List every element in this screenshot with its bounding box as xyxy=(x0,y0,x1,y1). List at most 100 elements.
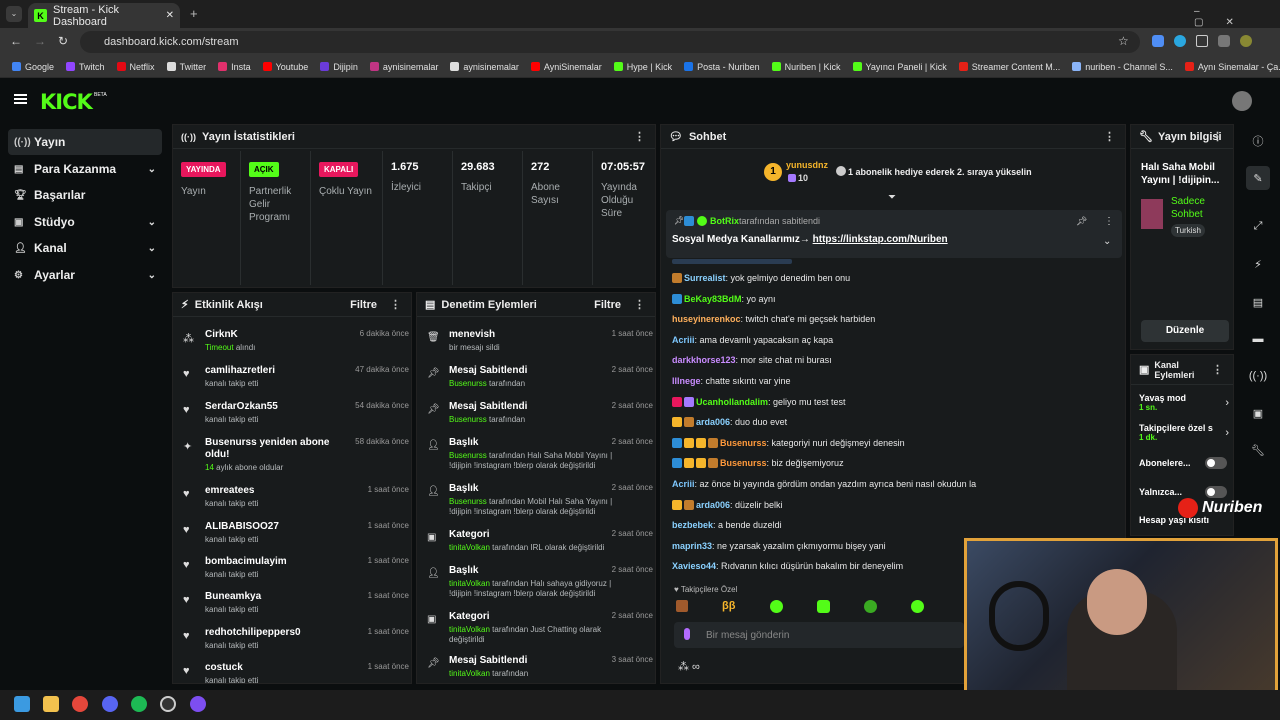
chat-message[interactable]: Ucanhollandalim: geliyo mu test test xyxy=(672,396,846,407)
bookmark-item[interactable]: Posta - Nuriben xyxy=(684,62,760,72)
back-icon[interactable]: ← xyxy=(10,34,22,48)
bookmark-item[interactable]: Insta xyxy=(218,62,251,72)
reload-icon[interactable]: ↻ xyxy=(58,34,68,48)
info-icon[interactable]: ⓘ xyxy=(1246,129,1270,153)
more-icon[interactable]: ⋮ xyxy=(634,298,645,311)
bookmark-item[interactable]: Hype | Kick xyxy=(613,62,672,72)
more-icon[interactable]: ⋮ xyxy=(1104,130,1115,143)
chat-username[interactable]: arda006 xyxy=(696,500,730,510)
menu-icon[interactable] xyxy=(14,94,27,104)
sidebar-item-yayin[interactable]: ((·)) Yayın xyxy=(8,129,162,155)
sidebar-item-para-kazanma[interactable]: ▤ Para Kazanma ⌄ xyxy=(8,156,162,182)
emote-icon[interactable] xyxy=(864,600,877,613)
chat-tools-icon[interactable]: ⁂ ∞ xyxy=(678,660,700,673)
chat-username[interactable]: lllnege xyxy=(672,376,701,386)
kick-logo[interactable]: KICK xyxy=(40,90,93,114)
subscribers-only-toggle[interactable] xyxy=(1205,457,1227,469)
category-link[interactable]: Sadece Sohbet xyxy=(1171,195,1231,221)
bookmark-item[interactable]: aynisinemalar xyxy=(450,62,519,72)
obs-icon[interactable] xyxy=(160,696,176,712)
followers-only-row[interactable]: Takipçilere özel s 1 dk. › xyxy=(1139,423,1231,451)
bookmark-item[interactable]: Youtube xyxy=(262,62,308,72)
unpin-icon[interactable]: 📌︎ xyxy=(1076,216,1087,227)
address-bar[interactable]: dashboard.kick.com/stream xyxy=(80,31,1140,53)
chevron-down-icon[interactable]: ⌄ xyxy=(1103,236,1111,247)
pinned-link[interactable]: https://linkstap.com/Nuriben xyxy=(813,234,948,245)
emote-only-toggle[interactable] xyxy=(1205,486,1227,498)
bookmark-item[interactable]: Twitter xyxy=(166,62,206,72)
emote-icon[interactable] xyxy=(676,600,688,612)
avatar[interactable] xyxy=(1232,91,1252,111)
more-icon[interactable]: ⋮ xyxy=(1212,363,1223,376)
windows-start-icon[interactable] xyxy=(14,696,30,712)
pinned-message[interactable]: 📌︎ BotRix tarafından sabitlendi Sosyal M… xyxy=(666,210,1122,258)
microphone-icon[interactable] xyxy=(684,628,690,640)
spotify-icon[interactable] xyxy=(131,696,147,712)
bolt-icon[interactable]: ⚡︎ xyxy=(1246,252,1270,276)
more-icon[interactable]: ⋮ xyxy=(1212,130,1223,143)
bookmark-item[interactable]: Google xyxy=(12,62,54,72)
bookmark-item[interactable]: Aynı Sinemalar - Ça... xyxy=(1184,62,1280,72)
chat-message[interactable]: bezbebek: a bende duzeldi xyxy=(672,520,782,530)
emote-row[interactable]: ββ xyxy=(676,600,966,616)
close-tab-icon[interactable]: ✕ xyxy=(166,10,174,21)
filter-button[interactable]: Filtre xyxy=(594,299,621,311)
collapse-icon[interactable]: ⏷ xyxy=(888,192,896,203)
chat-username[interactable]: BeKay83BdM xyxy=(684,294,742,304)
extensions-icons[interactable] xyxy=(1152,35,1272,49)
chat-message[interactable]: Acriii: ama devamlı yapacaksın aç kapa xyxy=(672,335,833,345)
gift-leader[interactable]: 1 yunusdnz 10 1 abonelik hediye ederek 2… xyxy=(764,160,1064,186)
discord-icon[interactable] xyxy=(102,696,118,712)
bookmark-item[interactable]: nuriben - Channel S... xyxy=(1072,62,1173,72)
wrench-icon[interactable]: 🔧︎ xyxy=(1246,438,1270,462)
file-explorer-icon[interactable] xyxy=(43,696,59,712)
forward-icon[interactable]: → xyxy=(34,34,46,48)
chat-message[interactable]: arda006: düzelir belki xyxy=(672,499,783,510)
emote-icon[interactable] xyxy=(817,600,830,613)
emote-icon[interactable]: ββ xyxy=(722,600,735,612)
chat-message[interactable]: arda006: duo duo evet xyxy=(672,417,787,428)
bookmark-item[interactable]: Netflix xyxy=(116,62,155,72)
edit-button[interactable]: Düzenle xyxy=(1141,320,1229,342)
chat-message[interactable]: Xavieso44: Rıdvanın kılıcı düşürün bakal… xyxy=(672,561,903,571)
sidebar-item-kanal[interactable]: 👤︎ Kanal ⌄ xyxy=(8,235,162,261)
bookmark-item[interactable]: AyniSinemalar xyxy=(530,62,602,72)
emote-icon[interactable] xyxy=(770,600,783,613)
document-icon[interactable]: ▤ xyxy=(1246,290,1270,314)
chat-username[interactable]: maprin33 xyxy=(672,541,712,551)
expand-icon[interactable]: ⤢ xyxy=(1246,214,1270,238)
chat-username[interactable]: Xavieso44 xyxy=(672,561,716,571)
bookmark-item[interactable]: Streamer Content M... xyxy=(958,62,1060,72)
sidebar-item-ayarlar[interactable]: ⚙︎ Ayarlar ⌄ xyxy=(8,262,162,288)
more-icon[interactable]: ⋮ xyxy=(1104,216,1114,227)
chat-username[interactable]: arda006 xyxy=(696,417,730,427)
chat-icon[interactable]: ▬ xyxy=(1246,327,1270,351)
browser-tab[interactable]: K Stream - Kick Dashboard ✕ xyxy=(28,3,180,28)
chat-username[interactable]: Acriii xyxy=(672,335,695,345)
bookmark-item[interactable]: Dijipin xyxy=(320,62,358,72)
chat-username[interactable]: darkkhorse123 xyxy=(672,355,736,365)
tab-search-icon[interactable]: ⌄ xyxy=(6,6,22,22)
message-input[interactable]: Bir mesaj gönderin xyxy=(674,622,964,648)
chat-message[interactable]: Busenurss: biz değişemiyoruz xyxy=(672,458,844,469)
chat-username[interactable]: Busenurss xyxy=(720,458,767,468)
slow-mode-row[interactable]: Yavaş mod 1 sn. › xyxy=(1139,393,1231,421)
more-icon[interactable]: ⋮ xyxy=(634,130,645,143)
emote-icon[interactable] xyxy=(911,600,924,613)
bookmark-item[interactable]: Yayıncı Paneli | Kick xyxy=(852,62,947,72)
sidebar-item-studyo[interactable]: ▣ Stüdyo ⌄ xyxy=(8,209,162,235)
chat-username[interactable]: Ucanhollandalim xyxy=(696,397,768,407)
chat-username[interactable]: Surrealist xyxy=(684,273,726,283)
chat-message[interactable]: maprin33: ne yzarsak yazalım çıkmıyormu … xyxy=(672,541,886,551)
new-tab-icon[interactable]: + xyxy=(190,6,198,21)
bookmark-item[interactable]: Nuriben | Kick xyxy=(771,62,841,72)
chat-message[interactable]: Surrealist: yok gelmiyo denedim ben onu xyxy=(672,273,850,283)
chat-message[interactable]: huseyinerenkoc: twitch chat'e mi geçsek … xyxy=(672,314,875,324)
chat-message[interactable]: darkkhorse123: mor site chat mi burası xyxy=(672,355,832,365)
chat-username[interactable]: huseyinerenkoc xyxy=(672,314,741,324)
chat-message[interactable]: lllnege: chatte sıkıntı var yine xyxy=(672,376,791,386)
filter-button[interactable]: Filtre xyxy=(350,299,377,311)
pencil-icon[interactable]: ✎ xyxy=(1246,166,1270,190)
broadcast-icon[interactable]: ((·)) xyxy=(1246,364,1270,388)
chat-message[interactable]: Busenurss: kategoriyi nuri değişmeyi den… xyxy=(672,437,905,448)
